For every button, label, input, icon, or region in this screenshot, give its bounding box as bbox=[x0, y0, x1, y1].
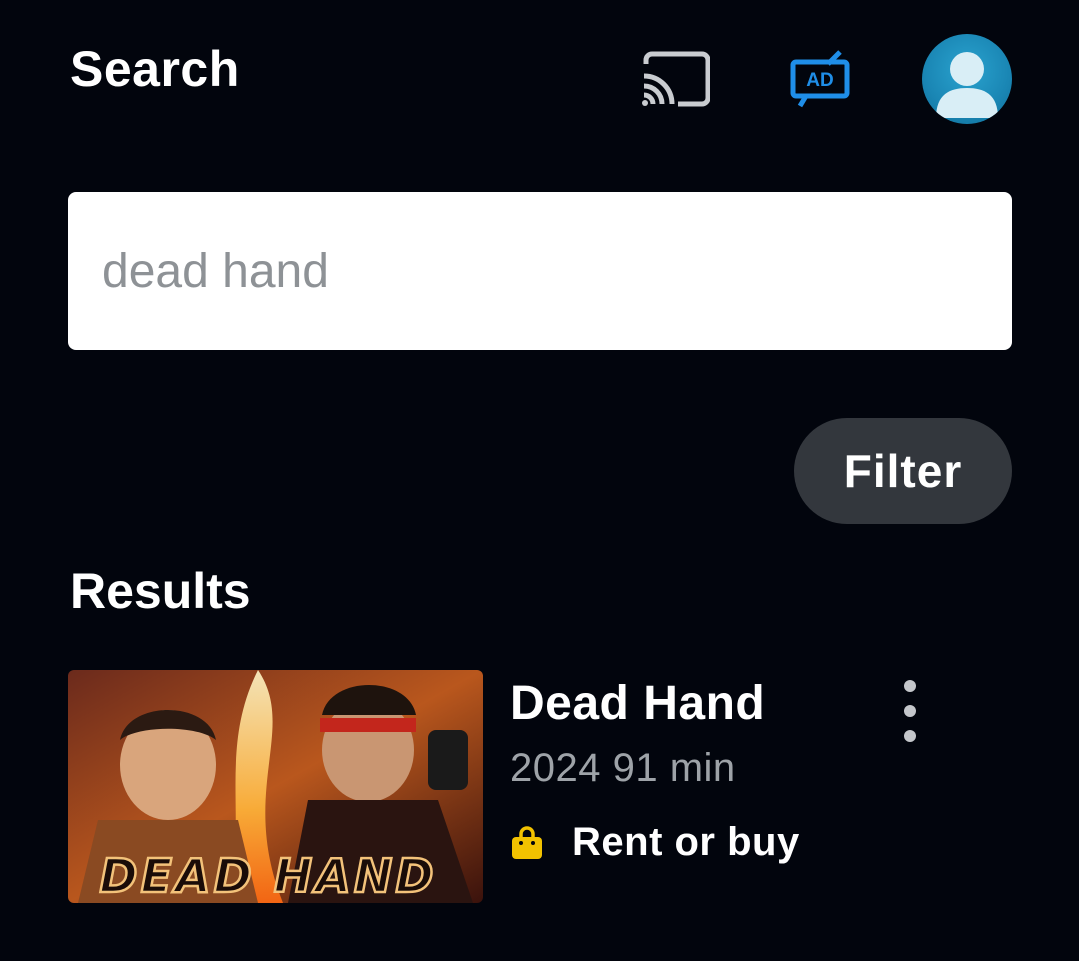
search-field[interactable] bbox=[68, 192, 1012, 350]
shopping-bag-icon bbox=[510, 825, 544, 860]
profile-avatar[interactable] bbox=[922, 34, 1012, 124]
more-vertical-icon bbox=[904, 680, 916, 692]
more-options-button[interactable] bbox=[892, 680, 928, 742]
profile-avatar-icon bbox=[936, 52, 998, 118]
cast-button[interactable] bbox=[636, 46, 714, 112]
page-title: Search bbox=[70, 41, 240, 97]
results-heading: Results bbox=[70, 563, 251, 619]
result-title[interactable]: Dead Hand bbox=[510, 676, 765, 731]
more-vertical-icon-dot bbox=[904, 705, 916, 717]
result-item[interactable]: DEAD HAND Dead Hand 2024 91 min Rent or … bbox=[68, 670, 1012, 904]
thumbnail-title-art: DEAD HAND bbox=[99, 849, 436, 903]
audio-description-button[interactable]: AD bbox=[786, 46, 856, 112]
result-thumbnail[interactable]: DEAD HAND bbox=[68, 670, 483, 903]
search-input[interactable] bbox=[102, 243, 982, 299]
result-meta: 2024 91 min bbox=[510, 746, 736, 790]
more-vertical-icon-dot bbox=[904, 730, 916, 742]
ad-badge-text: AD bbox=[806, 70, 833, 91]
filter-button[interactable]: Filter bbox=[794, 418, 1012, 524]
result-offer-label: Rent or buy bbox=[572, 820, 800, 864]
result-offer: Rent or buy bbox=[510, 820, 800, 865]
cast-icon bbox=[642, 51, 710, 107]
audio-description-icon: AD bbox=[790, 50, 850, 108]
